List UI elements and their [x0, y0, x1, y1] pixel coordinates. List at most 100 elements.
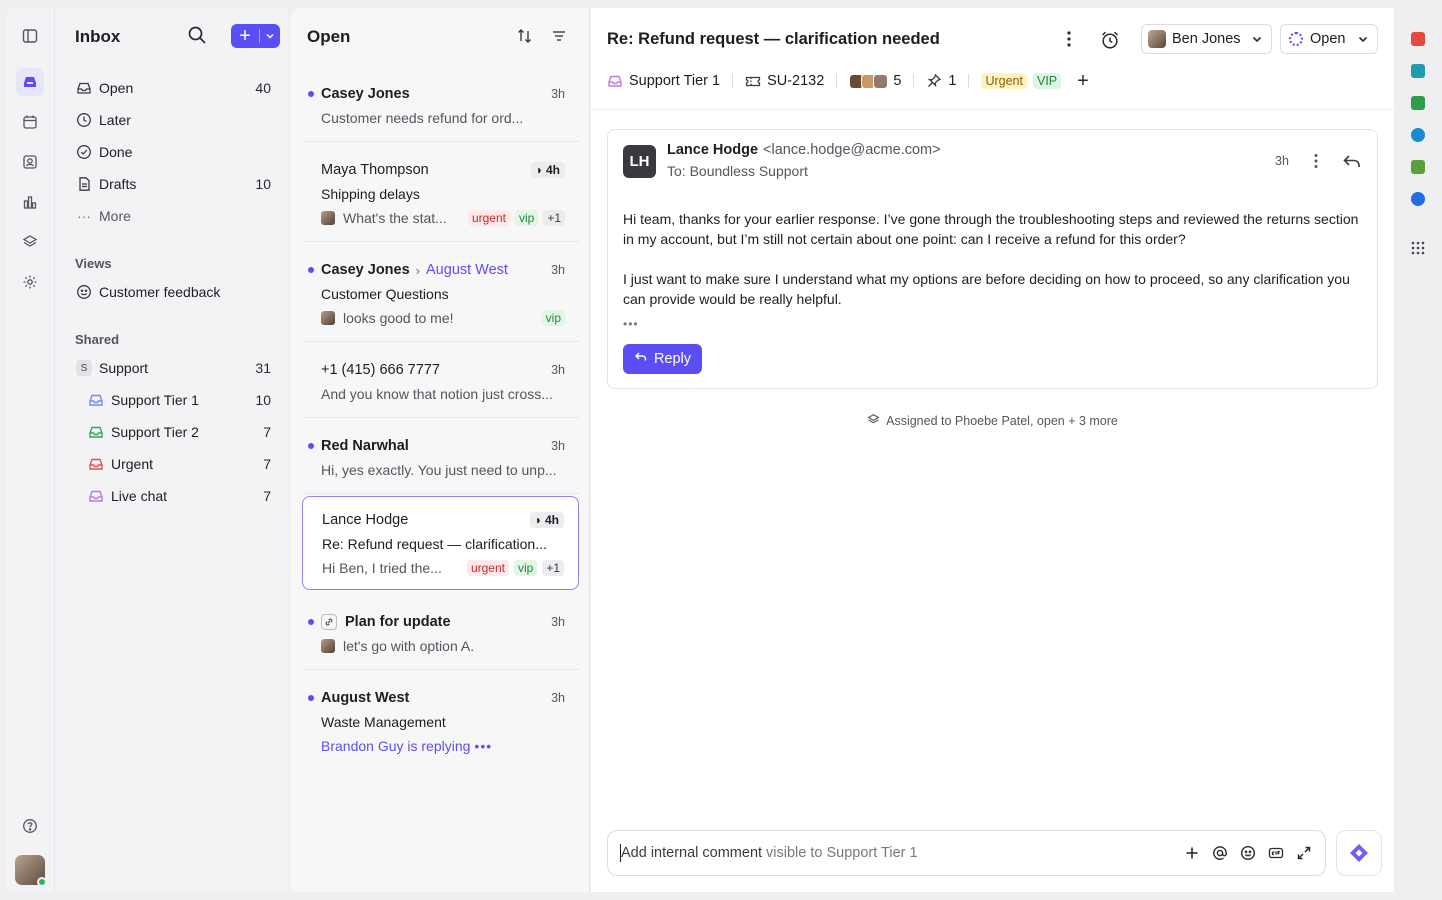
tag-urgent[interactable]: Urgent — [981, 73, 1027, 89]
emoji-icon[interactable] — [1239, 844, 1257, 862]
sidebar-toggle-icon[interactable] — [16, 22, 44, 50]
more-options-icon[interactable] — [1059, 29, 1079, 49]
typing-indicator: Brandon Guy is replying — [321, 738, 471, 754]
search-icon[interactable] — [187, 25, 209, 47]
conversation-item[interactable]: +1 (415) 666 7777 3h And you know that no… — [302, 348, 579, 418]
left-rail — [6, 8, 54, 892]
reply-icon — [634, 350, 648, 368]
reply-arrow-icon[interactable] — [1341, 151, 1363, 173]
analytics-icon[interactable] — [16, 188, 44, 216]
conversation-item[interactable]: August West 3h Waste Management Brandon G… — [302, 676, 579, 770]
sidebar-item-urgent[interactable]: Urgent 7 — [87, 452, 271, 476]
participants-chip[interactable]: 5 — [849, 73, 901, 89]
conversation-time: 3h — [551, 87, 565, 101]
sheets-app-icon[interactable] — [1411, 96, 1425, 110]
conversation-list: Open Casey Jones 3h Customer needs refund… — [291, 8, 590, 892]
snooze-alarm-icon[interactable] — [1099, 29, 1121, 51]
message-time: 3h — [1275, 154, 1289, 168]
conversation-item[interactable]: Plan for update 3h let's go with option A… — [302, 600, 579, 670]
sidebar-item-support[interactable]: S Support 31 — [75, 356, 271, 380]
sidebar-item-open[interactable]: Open 40 — [75, 76, 271, 100]
show-quoted-icon[interactable]: ••• — [623, 317, 639, 331]
ticket-icon — [745, 73, 761, 89]
inbox-chip[interactable]: Support Tier 1 — [607, 73, 720, 89]
help-icon[interactable] — [16, 812, 44, 840]
conversation-view: Re: Refund request — clarification neede… — [591, 8, 1394, 892]
salesforce-app-icon[interactable] — [1411, 128, 1425, 142]
apps-grid-icon[interactable] — [1411, 241, 1425, 255]
conversation-item[interactable]: Maya Thompson ◗ 4h Shipping delays What's … — [302, 148, 579, 242]
mention-icon[interactable] — [1211, 844, 1229, 862]
sidebar-item-label: Drafts — [99, 176, 137, 192]
assignee-dropdown[interactable]: Ben Jones — [1141, 24, 1272, 54]
reply-button[interactable]: Reply — [623, 344, 702, 374]
conversation-item[interactable]: Casey Jones 3h Customer needs refund for … — [302, 72, 579, 142]
sidebar-item-count: 7 — [263, 424, 271, 440]
expand-icon[interactable] — [1295, 844, 1313, 862]
shopify-app-icon[interactable] — [1411, 160, 1425, 174]
conversation-item-selected[interactable]: Lance Hodge ◗ 4h Re: Refund request — clar… — [302, 496, 579, 590]
conversation-preview: Hi, yes exactly. You just need to unp... — [321, 462, 557, 478]
inbox-icon — [607, 73, 623, 89]
ai-assist-button[interactable] — [1336, 830, 1382, 876]
conversation-subject: Customer Questions — [321, 286, 449, 302]
pins-chip[interactable]: 1 — [926, 73, 956, 89]
sidebar-item-label: Support — [99, 360, 149, 376]
sidebar-item-support-tier-2[interactable]: Support Tier 2 7 — [87, 420, 271, 444]
sidebar-item-label: More — [99, 208, 131, 224]
calendar-icon[interactable] — [16, 108, 44, 136]
conversation-time: 3h — [551, 263, 565, 277]
sidebar-item-support-tier-1[interactable]: Support Tier 1 10 — [87, 388, 271, 412]
status-label: Open — [1310, 31, 1346, 47]
app-window: Inbox + Open 40 Later Done Drafts 10 ···… — [6, 8, 1394, 892]
app-dock — [1394, 0, 1442, 900]
tag-vip: vip — [541, 310, 565, 326]
settings-icon[interactable] — [16, 268, 44, 296]
conversation-name: Maya Thompson — [321, 162, 429, 178]
sidebar-item-label: Live chat — [111, 488, 168, 504]
message-more-icon[interactable] — [1306, 151, 1326, 171]
sidebar-item-more[interactable]: ··· More — [75, 204, 271, 228]
filter-icon[interactable] — [550, 27, 568, 45]
compose-button[interactable]: + — [231, 24, 280, 48]
avatar — [321, 639, 335, 653]
conversation-time: 3h — [551, 615, 565, 629]
integration-app-icon[interactable] — [1411, 192, 1425, 206]
add-attachment-icon[interactable] — [1183, 844, 1201, 862]
sidebar-item-done[interactable]: Done — [75, 140, 271, 164]
message-card: LH Lance Hodge <lance.hodge@acme.com> To:… — [607, 129, 1378, 389]
sidebar-item-later[interactable]: Later — [75, 108, 271, 132]
sidebar-item-customer-feedback[interactable]: Customer feedback — [75, 280, 271, 304]
contacts-icon[interactable] — [16, 148, 44, 176]
conversation-preview: let's go with option A. — [343, 638, 475, 654]
conversation-item[interactable]: Red Narwhal 3h Hi, yes exactly. You just … — [302, 424, 579, 494]
sidebar-item-count: 7 — [263, 488, 271, 504]
conversation-preview: Hi Ben, I tried the... — [322, 560, 442, 576]
sort-icon[interactable] — [516, 27, 534, 45]
add-tag-icon[interactable]: + — [1077, 70, 1089, 93]
inbox-icon — [75, 79, 93, 97]
status-dropdown[interactable]: Open — [1280, 24, 1378, 54]
tag-vip[interactable]: VIP — [1033, 73, 1062, 89]
chevron-down-icon — [1357, 33, 1369, 45]
sidebar-item-label: Urgent — [111, 456, 154, 472]
conversation-item[interactable]: Casey Jones › August West 3h Customer Quest… — [302, 248, 579, 342]
sidebar-item-live-chat[interactable]: Live chat 7 — [87, 484, 271, 508]
comment-composer[interactable]: Add internal comment visible to Support … — [607, 830, 1326, 876]
contacts-app-icon[interactable] — [1411, 64, 1425, 78]
conversation-title: Re: Refund request — clarification neede… — [607, 30, 940, 48]
list-title: Open — [307, 27, 351, 46]
pin-count: 1 — [948, 73, 957, 89]
calendar-app-icon[interactable] — [1411, 32, 1425, 46]
inbox-nav-icon[interactable] — [16, 68, 44, 96]
participant-count: 5 — [893, 73, 902, 89]
gif-icon[interactable] — [1267, 844, 1285, 862]
chevron-down-icon[interactable] — [260, 31, 280, 41]
participant-avatars — [849, 73, 889, 89]
sidebar-item-label: Support Tier 2 — [111, 424, 199, 440]
sidebar-item-drafts[interactable]: Drafts 10 — [75, 172, 271, 196]
user-avatar[interactable] — [15, 855, 47, 887]
ticket-id-chip[interactable]: SU-2132 — [745, 73, 824, 89]
status-open-icon — [1289, 32, 1303, 46]
layers-icon[interactable] — [16, 228, 44, 256]
